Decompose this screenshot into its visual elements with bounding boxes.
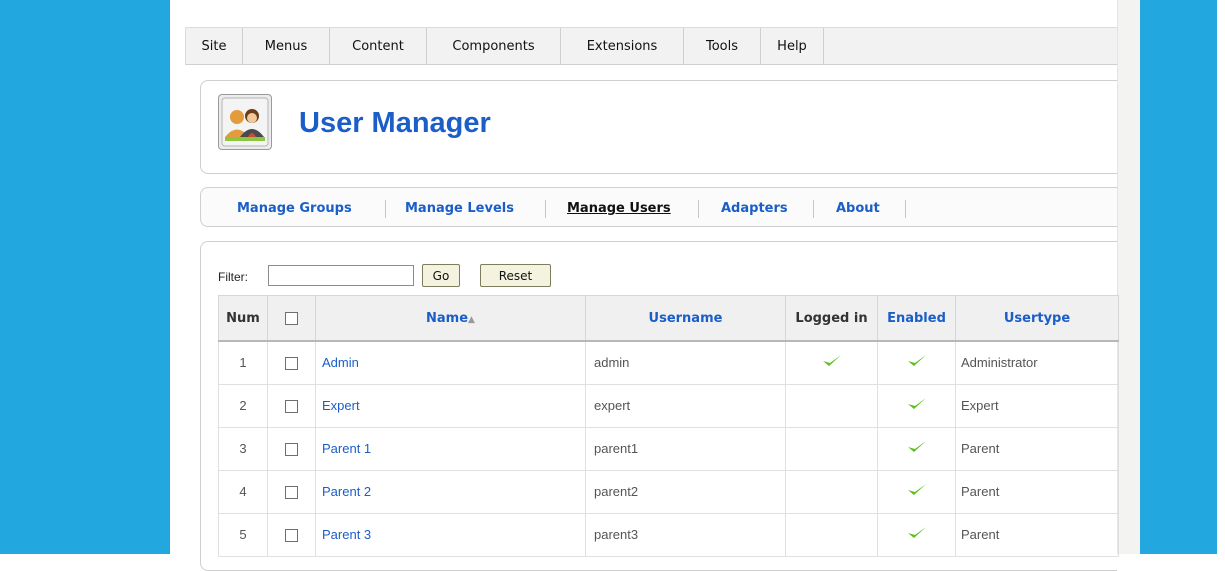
- users-icon: [218, 94, 272, 150]
- select-all-checkbox[interactable]: [285, 311, 298, 325]
- row-name-cell: Parent 2: [315, 469, 586, 514]
- users-panel: Filter: Go Reset Num Name▲ Username Logg…: [200, 241, 1119, 571]
- tab-separator: [905, 200, 906, 218]
- row-checkbox[interactable]: [285, 357, 298, 371]
- column-name-label: Name: [426, 310, 469, 326]
- tab-about[interactable]: About: [836, 201, 880, 216]
- sort-ascending-icon: ▲: [468, 314, 475, 325]
- row-num: 5: [218, 512, 268, 557]
- row-logged-in: [785, 426, 878, 471]
- row-select-cell: [267, 340, 316, 385]
- menu-site[interactable]: Site: [186, 28, 243, 65]
- row-logged-in: [785, 469, 878, 514]
- row-usertype: Administrator: [955, 340, 1119, 385]
- table-row: 4 Parent 2 parent2 Parent: [218, 469, 1119, 514]
- row-usertype: Parent: [955, 426, 1119, 471]
- main-menu-bar: Site Menus Content Components Extensions…: [185, 27, 1117, 65]
- row-select-cell: [267, 512, 316, 557]
- right-edge: [1217, 0, 1225, 554]
- row-name-cell: Parent 3: [315, 512, 586, 557]
- column-select-all: [267, 295, 316, 342]
- check-icon[interactable]: [907, 482, 927, 501]
- user-name-link[interactable]: Parent 2: [322, 484, 371, 499]
- row-username: parent3: [585, 512, 786, 557]
- row-username: parent1: [585, 426, 786, 471]
- reset-button[interactable]: Reset: [480, 264, 551, 287]
- submenu-tabs: Manage Groups Manage Levels Manage Users…: [200, 187, 1117, 227]
- row-enabled: [877, 340, 956, 385]
- table-row: 3 Parent 1 parent1 Parent: [218, 426, 1119, 471]
- row-num: 1: [218, 340, 268, 385]
- table-header-row: Num Name▲ Username Logged in Enabled Use…: [218, 295, 1119, 342]
- tab-adapters[interactable]: Adapters: [721, 201, 788, 216]
- row-logged-in: [785, 340, 878, 385]
- menu-content[interactable]: Content: [330, 28, 427, 65]
- tab-separator: [545, 200, 546, 218]
- page-header: User Manager: [200, 80, 1117, 174]
- table-row: 1 Admin admin Administrator: [218, 340, 1119, 385]
- menu-help[interactable]: Help: [761, 28, 824, 65]
- row-logged-in: [785, 383, 878, 428]
- column-num: Num: [218, 295, 268, 342]
- user-name-link[interactable]: Parent 1: [322, 441, 371, 456]
- row-enabled: [877, 469, 956, 514]
- row-num: 4: [218, 469, 268, 514]
- tab-manage-users[interactable]: Manage Users: [567, 201, 671, 216]
- row-username: expert: [585, 383, 786, 428]
- left-background: [0, 0, 170, 554]
- filter-label: Filter:: [218, 270, 248, 284]
- check-icon[interactable]: [907, 439, 927, 458]
- row-enabled: [877, 426, 956, 471]
- tab-separator: [385, 200, 386, 218]
- menu-extensions[interactable]: Extensions: [561, 28, 684, 65]
- filter-input[interactable]: [268, 265, 414, 286]
- column-logged-in: Logged in: [785, 295, 878, 342]
- page-title: User Manager: [299, 107, 491, 139]
- row-select-cell: [267, 426, 316, 471]
- users-table: Num Name▲ Username Logged in Enabled Use…: [218, 295, 1119, 557]
- menu-menus[interactable]: Menus: [243, 28, 330, 65]
- tab-separator: [698, 200, 699, 218]
- row-num: 3: [218, 426, 268, 471]
- check-icon: [822, 353, 842, 372]
- row-enabled: [877, 383, 956, 428]
- row-name-cell: Parent 1: [315, 426, 586, 471]
- row-name-cell: Expert: [315, 383, 586, 428]
- column-enabled[interactable]: Enabled: [877, 295, 956, 342]
- row-checkbox[interactable]: [285, 443, 298, 457]
- row-logged-in: [785, 512, 878, 557]
- row-checkbox[interactable]: [285, 400, 298, 414]
- tab-separator: [813, 200, 814, 218]
- user-name-link[interactable]: Admin: [322, 355, 359, 370]
- row-usertype: Expert: [955, 383, 1119, 428]
- row-usertype: Parent: [955, 469, 1119, 514]
- row-name-cell: Admin: [315, 340, 586, 385]
- row-checkbox[interactable]: [285, 486, 298, 500]
- user-name-link[interactable]: Parent 3: [322, 527, 371, 542]
- row-username: admin: [585, 340, 786, 385]
- go-button[interactable]: Go: [422, 264, 460, 287]
- tab-manage-groups[interactable]: Manage Groups: [237, 201, 352, 216]
- row-usertype: Parent: [955, 512, 1119, 557]
- row-select-cell: [267, 469, 316, 514]
- row-username: parent2: [585, 469, 786, 514]
- column-usertype[interactable]: Usertype: [955, 295, 1119, 342]
- user-name-link[interactable]: Expert: [322, 398, 360, 413]
- menu-tools[interactable]: Tools: [684, 28, 761, 65]
- check-icon[interactable]: [907, 525, 927, 544]
- row-enabled: [877, 512, 956, 557]
- row-select-cell: [267, 383, 316, 428]
- row-checkbox[interactable]: [285, 529, 298, 543]
- row-num: 2: [218, 383, 268, 428]
- table-row: 5 Parent 3 parent3 Parent: [218, 512, 1119, 557]
- column-username[interactable]: Username: [585, 295, 786, 342]
- check-icon[interactable]: [907, 353, 927, 372]
- menu-components[interactable]: Components: [427, 28, 561, 65]
- right-background: [1140, 0, 1225, 554]
- right-gutter: [1117, 0, 1140, 554]
- column-name[interactable]: Name▲: [315, 295, 586, 342]
- tab-manage-levels[interactable]: Manage Levels: [405, 201, 514, 216]
- table-row: 2 Expert expert Expert: [218, 383, 1119, 428]
- check-icon[interactable]: [907, 396, 927, 415]
